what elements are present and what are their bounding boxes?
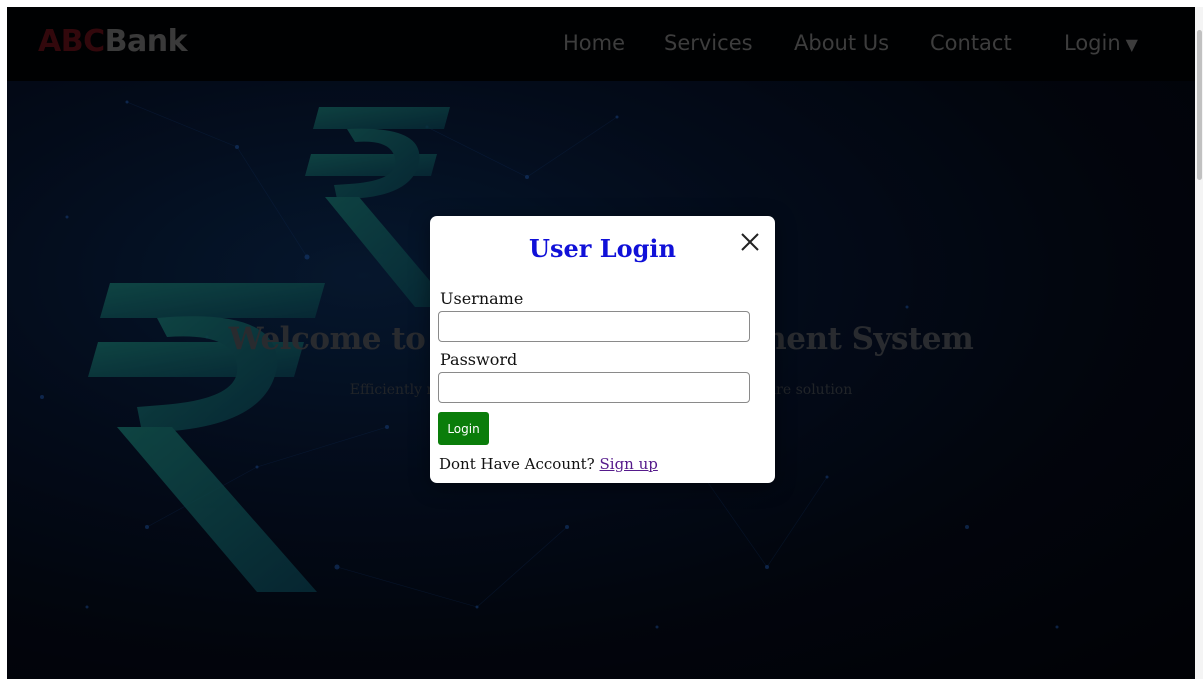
login-button[interactable]: Login bbox=[438, 412, 489, 445]
username-input[interactable] bbox=[438, 311, 750, 342]
login-modal: User Login Username Password Login Dont … bbox=[430, 216, 775, 483]
signup-prompt: Dont Have Account? Sign up bbox=[439, 455, 658, 473]
modal-title: User Login bbox=[529, 234, 676, 263]
username-label: Username bbox=[440, 289, 524, 308]
password-input[interactable] bbox=[438, 372, 750, 403]
signup-prompt-text: Dont Have Account? bbox=[439, 455, 595, 473]
scrollbar-thumb[interactable] bbox=[1197, 30, 1202, 180]
signup-link[interactable]: Sign up bbox=[600, 455, 658, 473]
password-label: Password bbox=[440, 350, 518, 369]
close-icon bbox=[741, 233, 759, 251]
close-button[interactable] bbox=[738, 230, 762, 254]
